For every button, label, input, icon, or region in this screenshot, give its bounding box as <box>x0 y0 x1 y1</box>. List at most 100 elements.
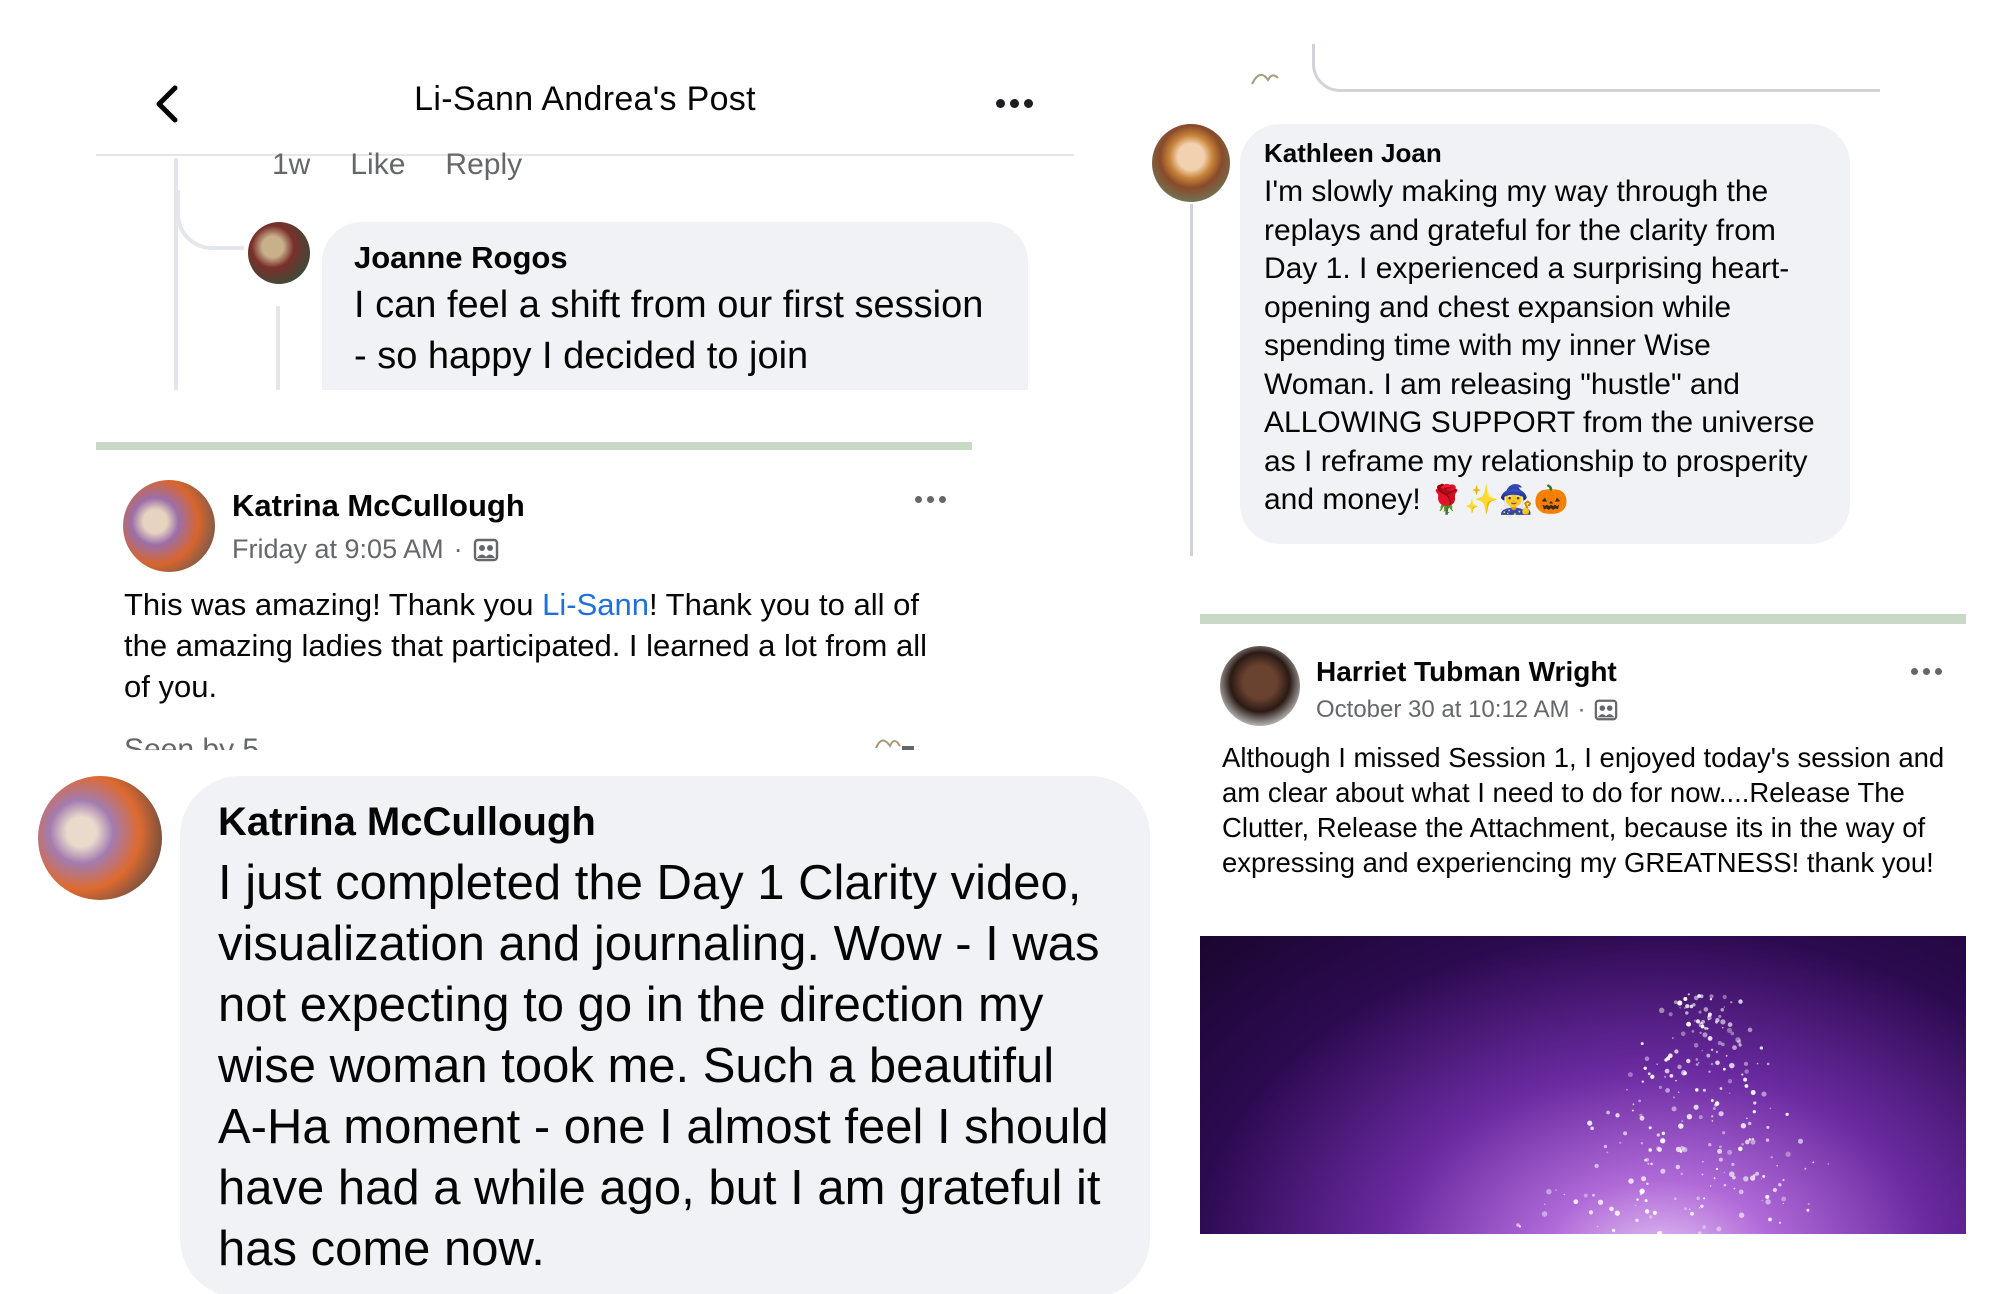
sparkle <box>1606 1151 1609 1154</box>
post-author[interactable]: Harriet Tubman Wright <box>1316 656 1617 688</box>
sparkle <box>1713 1177 1716 1180</box>
sparkle <box>1614 1210 1620 1216</box>
comment-author[interactable]: Joanne Rogos <box>354 240 996 276</box>
sparkle-image <box>1516 993 1830 1234</box>
sparkle <box>1743 1176 1749 1182</box>
sparkle <box>1679 1006 1681 1009</box>
comment-author[interactable]: Katrina McCullough <box>218 800 1112 845</box>
sparkle <box>1735 1037 1741 1043</box>
sparkle <box>1681 1120 1684 1122</box>
avatar[interactable] <box>1220 646 1300 726</box>
avatar[interactable] <box>38 776 162 900</box>
sparkle <box>1766 1125 1770 1129</box>
sparkle <box>1660 1168 1666 1174</box>
sparkle <box>1709 994 1714 999</box>
sparkle <box>1672 1037 1674 1039</box>
sparkle <box>1626 1088 1628 1091</box>
sparkle <box>1647 1072 1651 1076</box>
sparkle <box>1752 1174 1756 1177</box>
sparkle <box>1718 1157 1723 1162</box>
like-button[interactable]: Like <box>350 148 405 182</box>
sparkle <box>1710 1185 1712 1187</box>
sparkle <box>1710 1099 1714 1102</box>
sparkle <box>1635 1218 1639 1223</box>
avatar[interactable] <box>248 222 310 284</box>
sparkle <box>1827 1163 1830 1165</box>
sparkle <box>1708 1070 1711 1073</box>
post-options-button[interactable] <box>908 484 952 514</box>
sparkle <box>1741 1073 1744 1076</box>
sparkle <box>1715 1050 1718 1053</box>
sparkle <box>1766 1062 1770 1066</box>
sparkle <box>1700 1204 1704 1209</box>
sparkle <box>1686 1114 1693 1120</box>
sparkle <box>1714 1101 1720 1106</box>
sparkle <box>1772 1187 1778 1193</box>
post-image[interactable] <box>1200 936 1966 1234</box>
section-divider <box>1200 614 1966 624</box>
sparkle <box>1674 1049 1679 1054</box>
sparkle <box>1695 1088 1699 1092</box>
sparkle <box>1673 1000 1678 1004</box>
comment-bubble: Kathleen Joan I'm slowly making my way t… <box>1240 124 1850 544</box>
post-options-button[interactable] <box>1904 656 1948 686</box>
sparkle <box>1639 1188 1645 1194</box>
sparkle <box>1776 1164 1778 1167</box>
sparkle <box>1697 1231 1702 1234</box>
sparkle <box>1689 1004 1694 1009</box>
sparkle <box>1698 1025 1701 1027</box>
post-timestamp[interactable]: Friday at 9:05 AM <box>232 534 444 565</box>
sparkle <box>1647 1162 1650 1165</box>
comment-author[interactable]: Kathleen Joan <box>1264 138 1826 169</box>
mention-link[interactable]: Li-Sann <box>542 587 649 622</box>
sparkle <box>1718 1014 1722 1019</box>
sparkle <box>1638 1099 1641 1103</box>
post-options-button[interactable] <box>984 78 1044 128</box>
sparkle <box>1615 1113 1620 1118</box>
more-horizontal-icon <box>995 98 1033 108</box>
sparkle <box>1643 1066 1647 1070</box>
sparkle <box>1748 1121 1752 1126</box>
sparkle <box>1687 993 1690 996</box>
post-author[interactable]: Katrina McCullough <box>232 488 525 524</box>
seen-by-count[interactable]: Seen by 5 <box>124 728 944 750</box>
meta-separator: · <box>453 534 463 564</box>
post-meta: October 30 at 10:12 AM · <box>1316 696 1618 724</box>
seen-avatars-icon <box>872 734 916 750</box>
sparkle <box>1710 1062 1714 1066</box>
sparkle <box>1765 1199 1771 1205</box>
comment-timestamp: 1w <box>272 148 311 181</box>
sparkle <box>1706 1053 1711 1058</box>
avatar[interactable] <box>123 480 215 572</box>
group-icon <box>1594 699 1617 721</box>
sparkle <box>1711 1115 1714 1118</box>
sparkle <box>1761 1199 1763 1202</box>
avatar[interactable] <box>1152 124 1230 202</box>
sparkle <box>1648 1148 1652 1152</box>
sparkle <box>1641 1176 1647 1182</box>
sparkle <box>1635 1204 1637 1207</box>
sparkle <box>1583 1193 1588 1198</box>
sparkle <box>1698 1207 1701 1209</box>
sparkle <box>1597 1199 1604 1205</box>
sparkle <box>1738 1146 1743 1152</box>
sparkle <box>1729 1062 1735 1069</box>
sparkle <box>1664 1068 1670 1074</box>
sparkle <box>1719 1145 1722 1149</box>
sparkle <box>1718 1111 1724 1117</box>
post-timestamp[interactable]: October 30 at 10:12 AM <box>1316 696 1570 724</box>
sparkle <box>1730 1001 1733 1004</box>
sparkle <box>1712 1107 1716 1110</box>
sparkle <box>1650 1074 1655 1079</box>
reply-button[interactable]: Reply <box>445 148 522 182</box>
sparkle <box>1631 1109 1634 1112</box>
sparkle <box>1695 1063 1699 1066</box>
more-horizontal-icon <box>914 495 946 503</box>
sparkle <box>1769 1107 1772 1110</box>
sparkle <box>1677 1064 1682 1070</box>
sparkle <box>1587 1120 1593 1126</box>
sparkle <box>1686 1058 1691 1064</box>
sparkle <box>1725 1054 1728 1057</box>
sparkle <box>1544 1203 1546 1205</box>
meta-separator: · <box>1577 696 1586 723</box>
